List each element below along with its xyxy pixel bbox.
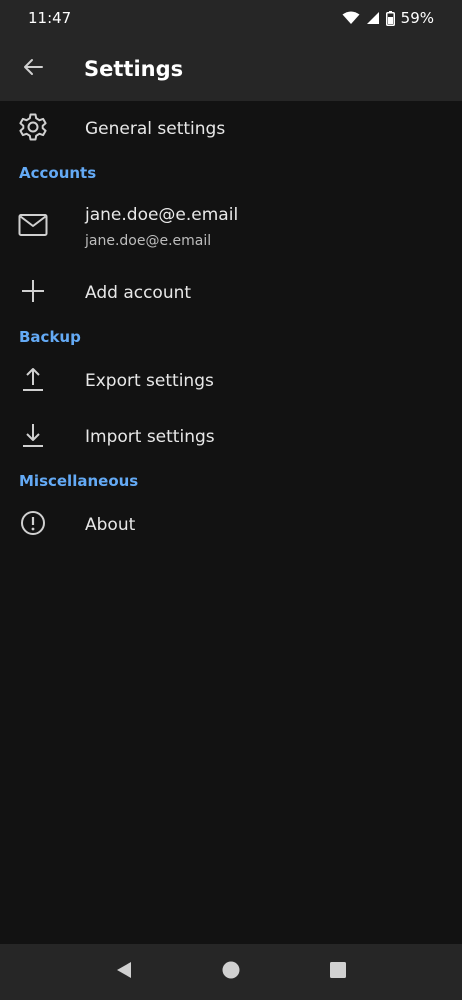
section-miscellaneous: Miscellaneous [19,472,139,490]
mail-icon [18,213,48,241]
general-settings-item[interactable]: General settings [0,101,462,157]
section-backup: Backup [19,328,81,346]
system-nav-bar [0,944,462,1000]
upload-icon [21,366,45,396]
plus-icon [20,278,46,308]
add-account-item[interactable]: Add account [0,265,462,321]
import-settings-label: Import settings [85,427,215,447]
nav-recents-button[interactable] [308,944,368,1000]
export-settings-label: Export settings [85,371,214,391]
section-accounts: Accounts [19,164,97,182]
settings-screen: 11:47 59% Settings General settings Acco… [0,0,462,1000]
account-name: jane.doe@e.email [85,205,239,225]
cell-signal-icon [366,11,380,25]
gear-icon [18,112,48,146]
about-label: About [85,515,136,535]
account-email: jane.doe@e.email [85,233,212,249]
download-icon [21,422,45,452]
triangle-back-icon [114,960,134,984]
about-item[interactable]: About [0,497,462,553]
export-settings-item[interactable]: Export settings [0,353,462,409]
battery-icon [385,10,395,26]
general-settings-label: General settings [85,119,226,139]
back-button[interactable] [0,36,66,101]
info-icon [20,510,46,540]
settings-list: General settings Accounts jane.doe@e.ema… [0,101,462,553]
wifi-icon [342,11,360,25]
battery-percent: 59% [400,9,434,27]
status-time: 11:47 [28,9,72,27]
nav-home-button[interactable] [201,944,261,1000]
page-title: Settings [84,56,184,81]
arrow-back-icon [22,56,44,82]
circle-home-icon [221,960,241,984]
app-bar: Settings [0,36,462,101]
import-settings-item[interactable]: Import settings [0,409,462,465]
status-bar: 11:47 59% [0,0,462,36]
status-icons: 59% [342,9,434,27]
account-item[interactable]: jane.doe@e.email jane.doe@e.email [0,189,462,265]
add-account-label: Add account [85,283,192,303]
nav-back-button[interactable] [94,944,154,1000]
square-recents-icon [328,960,348,984]
